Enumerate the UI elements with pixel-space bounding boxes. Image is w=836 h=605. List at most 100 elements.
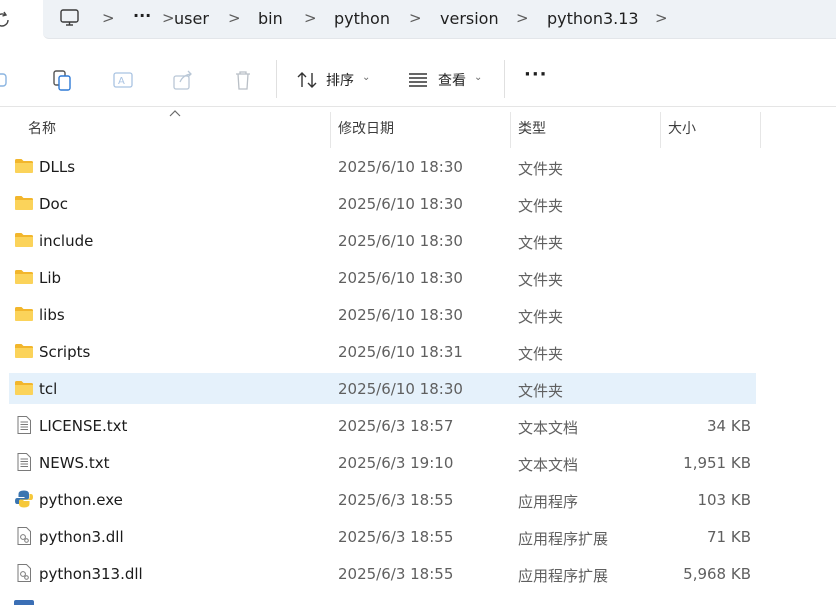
dll-file-icon xyxy=(14,563,34,583)
file-row[interactable]: LICENSE.txt 2025/6/3 18:57 文本文档 34 KB xyxy=(9,410,756,441)
refresh-icon[interactable] xyxy=(0,10,12,30)
file-row[interactable]: NEWS.txt 2025/6/3 19:10 文本文档 1,951 KB xyxy=(9,447,756,478)
column-name-header[interactable]: 名称 xyxy=(28,118,56,138)
chevron-down-icon[interactable]: ⌄ xyxy=(362,72,370,83)
breadcrumb-bin[interactable]: bin xyxy=(258,9,283,28)
chevron-right-icon[interactable]: > xyxy=(516,9,529,27)
sort-button[interactable]: 排序 xyxy=(326,70,354,90)
folder-icon xyxy=(14,193,34,213)
python-exe-icon xyxy=(14,489,34,509)
file-modified-date: 2025/6/10 18:31 xyxy=(338,343,463,361)
chevron-right-icon[interactable]: > xyxy=(102,9,115,27)
column-modified-header[interactable]: 修改日期 xyxy=(338,118,394,138)
folder-icon xyxy=(14,304,34,324)
chevron-right-icon[interactable]: > xyxy=(409,9,422,27)
file-row[interactable]: DLLs 2025/6/10 18:30 文件夹 xyxy=(9,151,756,182)
file-row[interactable]: Lib 2025/6/10 18:30 文件夹 xyxy=(9,262,756,293)
file-row[interactable]: libs 2025/6/10 18:30 文件夹 xyxy=(9,299,756,330)
file-size: 71 KB xyxy=(707,528,751,546)
text-file-icon xyxy=(14,415,34,435)
toolbar-divider xyxy=(504,60,505,98)
cut-icon[interactable] xyxy=(0,68,12,92)
file-name: tcl xyxy=(39,380,58,398)
column-divider[interactable] xyxy=(330,112,331,148)
file-type: 应用程序扩展 xyxy=(518,530,609,548)
file-name: python.exe xyxy=(39,491,123,509)
share-icon[interactable] xyxy=(171,68,195,92)
file-type: 文件夹 xyxy=(518,345,564,363)
file-modified-date: 2025/6/3 18:55 xyxy=(338,491,454,509)
column-divider[interactable] xyxy=(510,112,511,148)
folder-icon xyxy=(14,156,34,176)
file-modified-date: 2025/6/10 18:30 xyxy=(338,158,463,176)
rename-icon[interactable]: A xyxy=(111,68,135,92)
file-name: Doc xyxy=(39,195,68,213)
file-type: 应用程序扩展 xyxy=(518,567,609,585)
file-size: 34 KB xyxy=(707,417,751,435)
toolbar-divider xyxy=(276,60,277,98)
file-name: NEWS.txt xyxy=(39,454,110,472)
breadcrumb-version[interactable]: version xyxy=(440,9,499,28)
file-modified-date: 2025/6/10 18:30 xyxy=(338,195,463,213)
chevron-right-icon[interactable]: > xyxy=(304,9,317,27)
file-name: python3.dll xyxy=(39,528,124,546)
file-type: 应用程序 xyxy=(518,493,579,511)
file-row[interactable]: python3.dll 2025/6/3 18:55 应用程序扩展 71 KB xyxy=(9,521,756,552)
copy-icon[interactable] xyxy=(50,68,74,92)
file-name: Scripts xyxy=(39,343,91,361)
folder-icon xyxy=(14,341,34,361)
breadcrumb-overflow[interactable]: ··· xyxy=(133,6,151,25)
file-name: DLLs xyxy=(39,158,76,176)
file-modified-date: 2025/6/10 18:30 xyxy=(338,380,463,398)
chevron-down-icon[interactable]: ⌄ xyxy=(474,72,482,83)
file-modified-date: 2025/6/10 18:30 xyxy=(338,306,463,324)
file-name: include xyxy=(39,232,94,250)
this-pc-icon[interactable] xyxy=(59,8,81,28)
column-divider[interactable] xyxy=(760,112,761,148)
delete-icon[interactable] xyxy=(231,68,255,92)
file-row[interactable]: python.exe 2025/6/3 18:55 应用程序 103 KB xyxy=(9,484,756,515)
file-icon xyxy=(14,600,34,605)
chevron-right-icon[interactable]: > xyxy=(655,9,668,27)
view-button[interactable]: 查看 xyxy=(438,70,466,90)
file-modified-date: 2025/6/3 18:55 xyxy=(338,565,454,583)
file-type: 文件夹 xyxy=(518,160,564,178)
file-type: 文件夹 xyxy=(518,382,564,400)
folder-icon xyxy=(14,267,34,287)
folder-icon xyxy=(14,378,34,398)
view-icon[interactable] xyxy=(407,70,429,90)
chevron-right-icon[interactable]: > xyxy=(228,9,241,27)
breadcrumb-python3-13[interactable]: python3.13 xyxy=(547,9,639,28)
file-row[interactable]: Doc 2025/6/10 18:30 文件夹 xyxy=(9,188,756,219)
more-options-button[interactable]: ··· xyxy=(524,64,548,85)
file-name: libs xyxy=(39,306,65,324)
file-name: Lib xyxy=(39,269,62,287)
column-size-header[interactable]: 大小 xyxy=(668,118,696,138)
file-name: python313.dll xyxy=(39,565,143,583)
column-header-row: 名称 修改日期 类型 大小 xyxy=(0,108,836,148)
file-row[interactable]: python313.dll 2025/6/3 18:55 应用程序扩展 5,968 K… xyxy=(9,558,756,589)
file-modified-date: 2025/6/10 18:30 xyxy=(338,269,463,287)
file-modified-date: 2025/6/3 18:55 xyxy=(338,528,454,546)
sort-ascending-icon xyxy=(169,110,181,117)
file-row[interactable]: tcl 2025/6/10 18:30 文件夹 xyxy=(9,373,756,404)
file-row[interactable]: Scripts 2025/6/10 18:31 文件夹 xyxy=(9,336,756,367)
column-type-header[interactable]: 类型 xyxy=(518,118,546,138)
chevron-right-icon[interactable]: > xyxy=(162,9,175,27)
column-divider[interactable] xyxy=(660,112,661,148)
file-type: 文件夹 xyxy=(518,197,564,215)
folder-icon xyxy=(14,230,34,250)
breadcrumb-python[interactable]: python xyxy=(334,9,390,28)
command-bar: A 排序 ⌄ 查看 ⌄ ··· xyxy=(0,50,836,107)
file-type: 文本文档 xyxy=(518,419,579,437)
file-type: 文本文档 xyxy=(518,456,579,474)
file-modified-date: 2025/6/3 19:10 xyxy=(338,454,454,472)
file-modified-date: 2025/6/3 18:57 xyxy=(338,417,454,435)
address-bar-row: > ··· > user > bin > python > version > … xyxy=(0,0,836,50)
sort-icon[interactable] xyxy=(296,69,318,91)
file-size: 103 KB xyxy=(697,491,751,509)
file-row[interactable]: include 2025/6/10 18:30 文件夹 xyxy=(9,225,756,256)
address-bar[interactable]: > ··· > user > bin > python > version > … xyxy=(43,0,836,39)
breadcrumb-user[interactable]: user xyxy=(174,9,209,28)
svg-text:A: A xyxy=(118,76,125,87)
